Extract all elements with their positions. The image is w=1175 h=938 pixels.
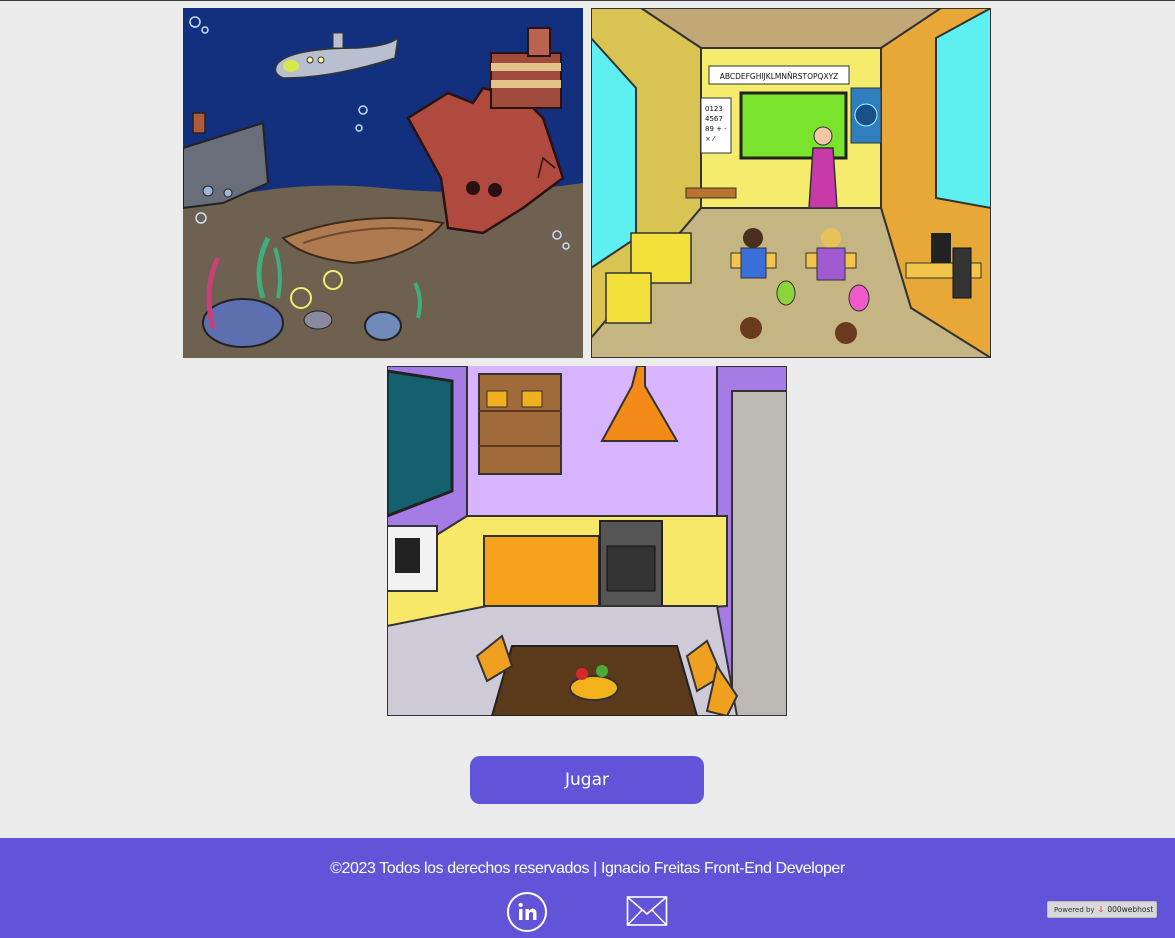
mail-icon [626,896,668,926]
copyright-text: ©2023 Todos los derechos reservados | Ig… [330,860,845,877]
numbers-chart-line-1: 0123 [705,105,723,113]
play-button[interactable]: Jugar [470,756,704,804]
numbers-chart-line-2: 4567 [705,115,723,123]
linkedin-link[interactable] [506,891,548,933]
scene-classroom-image[interactable]: ABCDEFGHIJKLMNÑRSTOPQXYZ 0123 4567 89 + … [591,8,991,358]
mail-link[interactable] [626,894,668,928]
linkedin-icon [507,892,547,932]
classroom-alphabet-text: ABCDEFGHIJKLMNÑRSTOPQXYZ [720,72,839,81]
powered-by-badge[interactable]: Powered by ↆ 000webhost [1047,901,1157,918]
host-brand-label: 000webhost [1107,905,1154,914]
numbers-chart-line-3: 89 + - [705,125,727,133]
scene-ocean-image[interactable] [183,8,583,358]
footer: ©2023 Todos los derechos reservados | Ig… [0,838,1175,938]
scene-kitchen-image[interactable] [387,366,787,716]
powered-by-label: Powered by [1054,905,1095,914]
host-logo-icon: ↆ [1098,904,1104,915]
